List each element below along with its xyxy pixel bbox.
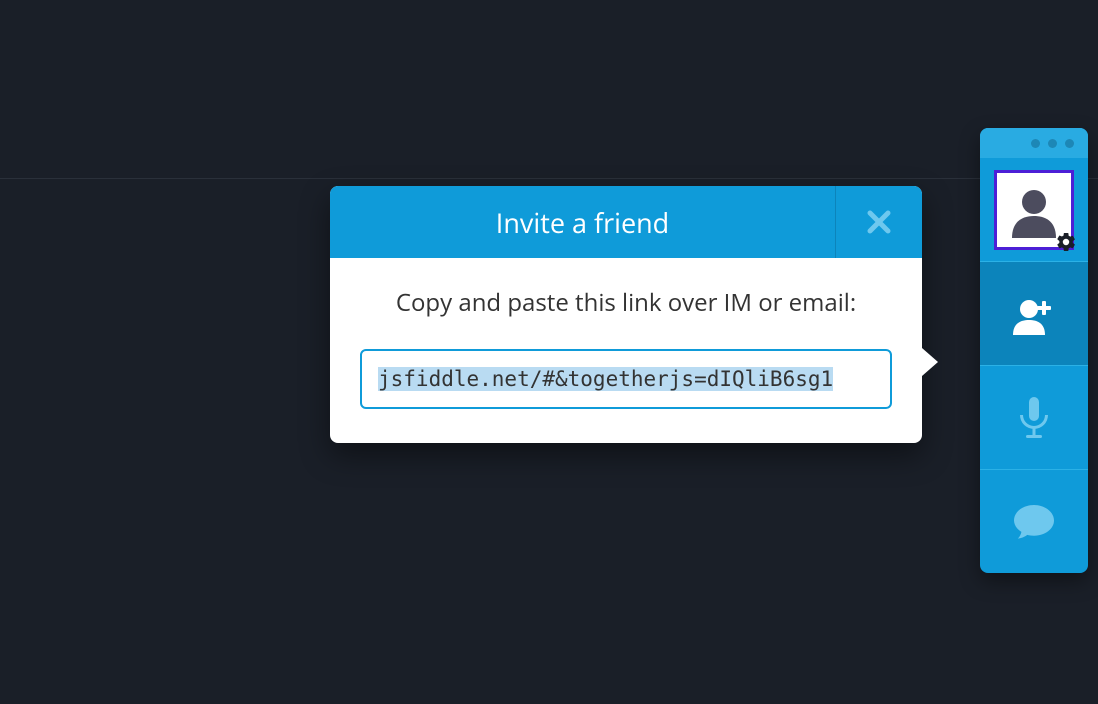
dialog-instruction: Copy and paste this link over IM or emai… (360, 286, 892, 319)
dock-drag-handle[interactable] (980, 128, 1088, 158)
avatar-icon (1006, 182, 1062, 238)
share-link-text: jsfiddle.net/#&togetherjs=dIQliB6sg1 (378, 367, 833, 391)
dialog-body: Copy and paste this link over IM or emai… (330, 258, 922, 443)
dialog-header: Invite a friend (330, 186, 922, 258)
dock-handle-dot (1031, 139, 1040, 148)
gear-icon[interactable] (1055, 231, 1077, 253)
microphone-icon (1014, 395, 1054, 441)
close-button[interactable] (836, 186, 922, 258)
dock-item-invite[interactable] (980, 261, 1088, 365)
avatar-frame (994, 170, 1074, 250)
dock-item-profile[interactable] (980, 158, 1088, 261)
share-link-field[interactable]: jsfiddle.net/#&togetherjs=dIQliB6sg1 (360, 349, 892, 409)
add-person-icon (1009, 289, 1059, 339)
dock-handle-dot (1048, 139, 1057, 148)
collab-dock (980, 128, 1088, 573)
chat-icon (1012, 503, 1056, 541)
close-icon (866, 209, 892, 235)
dock-item-chat[interactable] (980, 469, 1088, 573)
invite-dialog: Invite a friend Copy and paste this link… (330, 186, 922, 443)
dialog-title: Invite a friend (330, 186, 836, 258)
dock-item-audio[interactable] (980, 365, 1088, 469)
dock-handle-dot (1065, 139, 1074, 148)
background-divider (0, 178, 1098, 179)
dialog-pointer (922, 348, 938, 376)
